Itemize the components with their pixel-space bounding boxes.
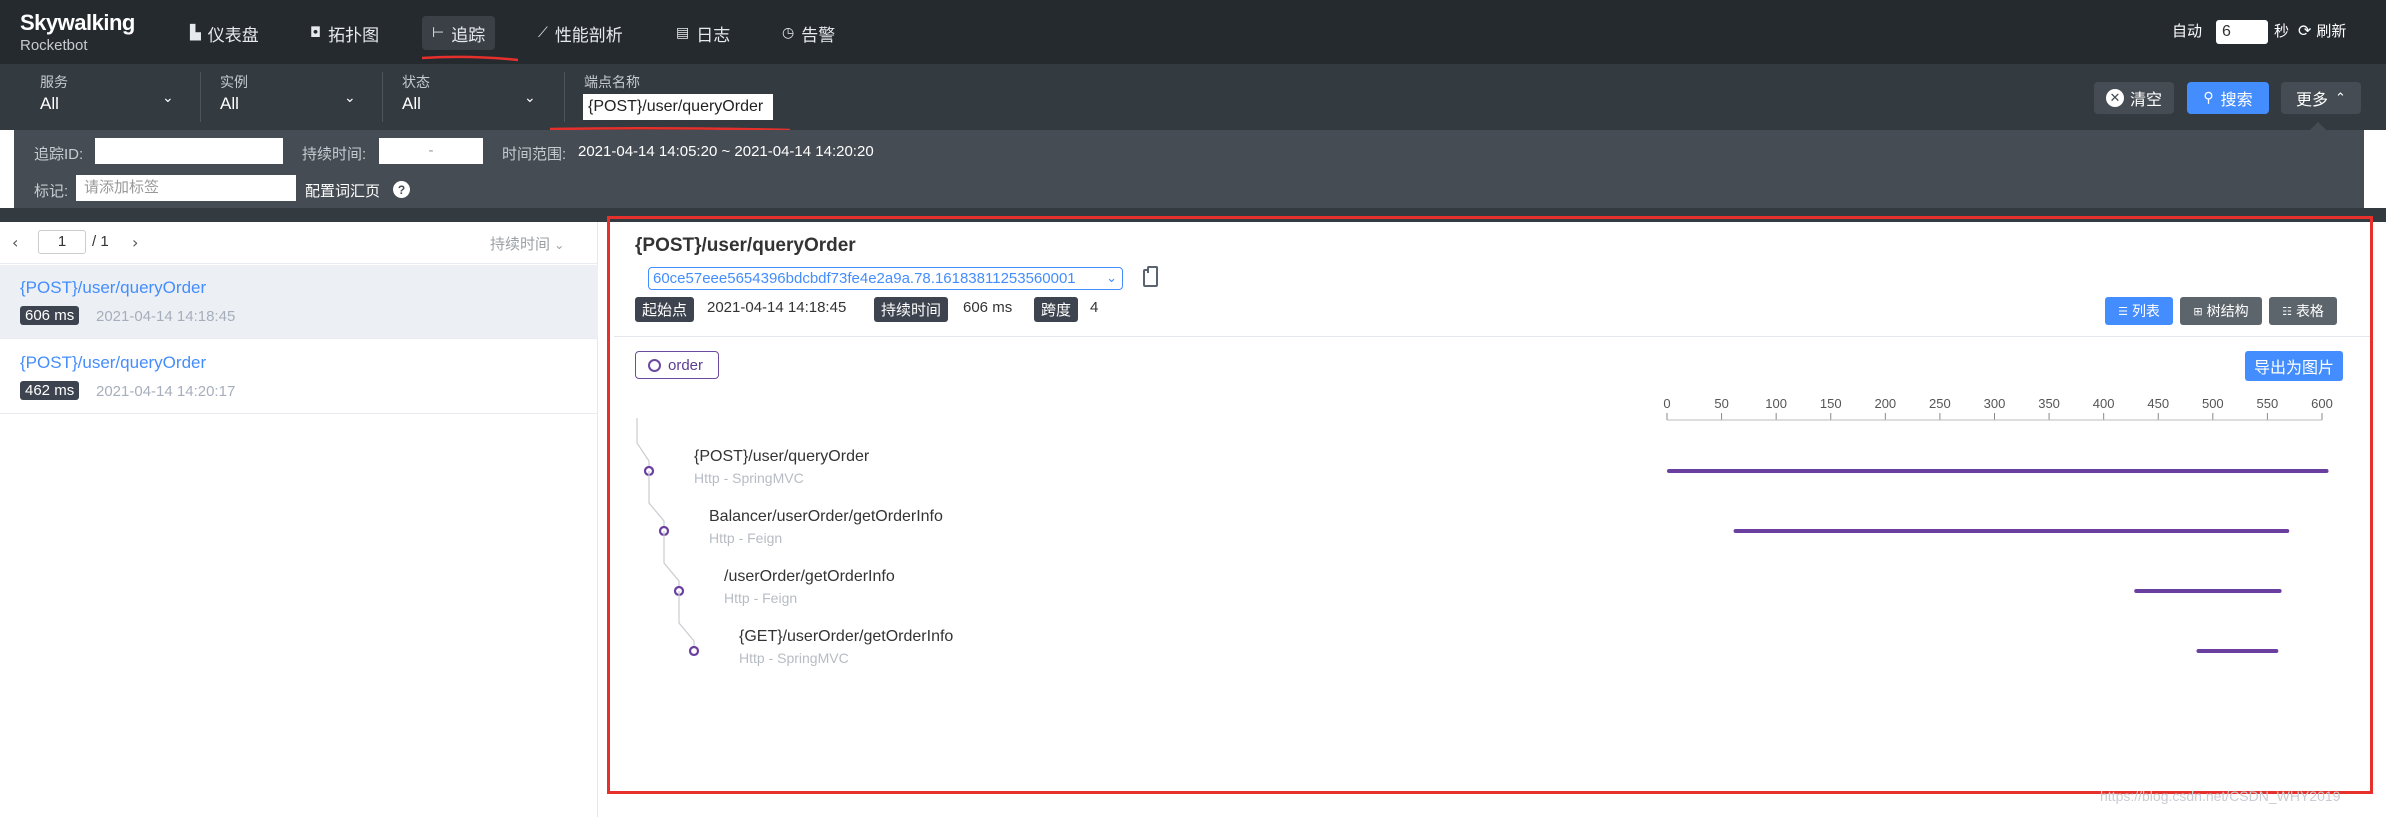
tree-connector xyxy=(663,531,680,591)
span-name[interactable]: /userOrder/getOrderInfo xyxy=(724,568,895,586)
tree-connector xyxy=(648,471,665,531)
span-name[interactable]: {GET}/userOrder/getOrderInfo xyxy=(739,628,953,646)
span-timeline-chart xyxy=(636,413,2329,657)
span-type: Http - SpringMVC xyxy=(694,470,804,486)
span-type: Http - Feign xyxy=(724,590,798,606)
span-name[interactable]: {POST}/user/queryOrder xyxy=(694,448,869,466)
watermark: https://blog.csdn.net/CSDN_WHY2019 xyxy=(2100,788,2341,804)
span-node[interactable] xyxy=(688,645,700,657)
span-type: Http - Feign xyxy=(709,530,783,546)
span-name[interactable]: Balancer/userOrder/getOrderInfo xyxy=(709,508,943,526)
span-duration-bar[interactable] xyxy=(1667,469,2329,473)
tree-connector xyxy=(678,591,695,651)
tree-connector xyxy=(636,418,650,471)
span-type: Http - SpringMVC xyxy=(739,650,849,666)
span-duration-bar[interactable] xyxy=(1733,529,2290,533)
span-duration-bar[interactable] xyxy=(2196,649,2279,653)
span-duration-bar[interactable] xyxy=(2134,589,2282,593)
